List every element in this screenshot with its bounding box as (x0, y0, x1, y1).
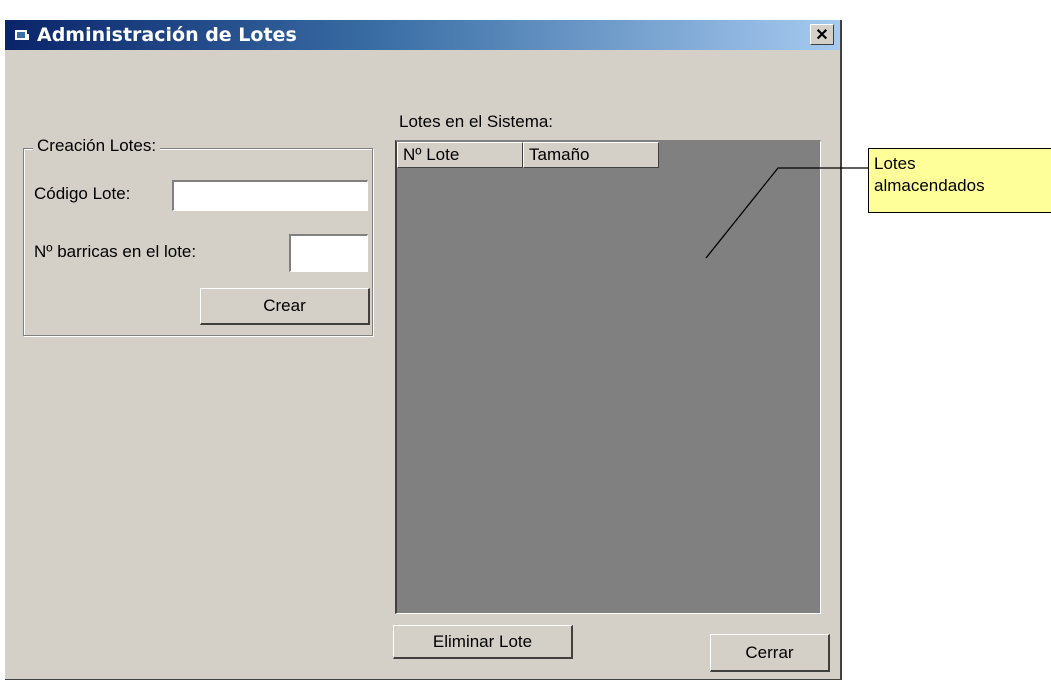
callout-pointer-line (705, 167, 868, 259)
callout-line-1: Lotes (874, 154, 916, 173)
callout-line-2: almacendados (874, 176, 985, 195)
annotation-callout: Lotes almacendados (868, 148, 1051, 213)
